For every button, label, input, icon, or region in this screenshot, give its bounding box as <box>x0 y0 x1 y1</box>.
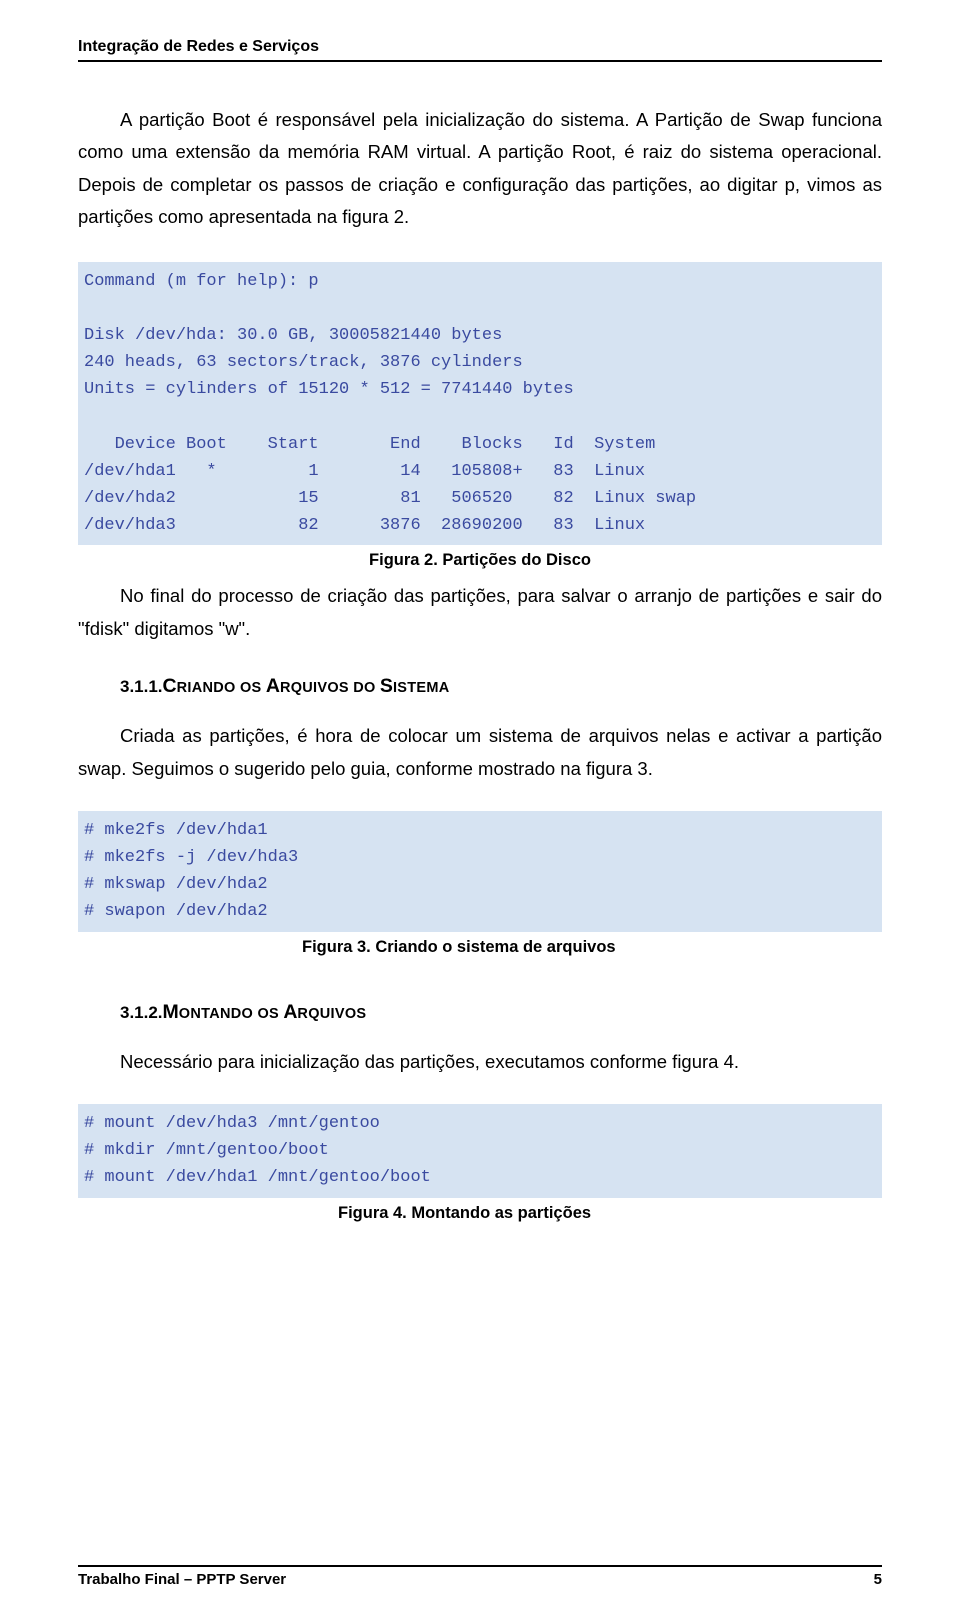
code-figure-2: Command (m for help): p Disk /dev/hda: 3… <box>78 262 882 546</box>
cap-letter: S <box>380 675 393 697</box>
smallcaps: RQUIVOS DO <box>280 680 380 696</box>
caption-figure-3: Figura 3. Criando o sistema de arquivos <box>78 938 882 957</box>
paragraph-intro: A partição Boot é responsável pela inici… <box>78 104 882 234</box>
footer-page-number: 5 <box>874 1571 882 1588</box>
code-figure-4: # mount /dev/hda3 /mnt/gentoo # mkdir /m… <box>78 1104 882 1198</box>
subsection-num: 3.1.1. <box>120 677 163 696</box>
paragraph-after-fig2: No final do processo de criação das part… <box>78 580 882 645</box>
paragraph-3-1-2: Necessário para inicialização das partiç… <box>78 1046 882 1078</box>
footer-left: Trabalho Final – PPTP Server <box>78 1571 286 1588</box>
smallcaps: RIANDO OS <box>177 680 266 696</box>
cap-letter: M <box>163 1001 179 1023</box>
page-footer: Trabalho Final – PPTP Server 5 <box>78 1565 882 1588</box>
subsection-3-1-1: 3.1.1.CRIANDO OS ARQUIVOS DO SISTEMA <box>78 675 882 698</box>
smallcaps: ISTEMA <box>393 680 450 696</box>
cap-letter: A <box>266 675 280 697</box>
running-header: Integração de Redes e Serviços <box>78 38 882 62</box>
subsection-3-1-2: 3.1.2.MONTANDO OS ARQUIVOS <box>78 1001 882 1024</box>
smallcaps: ONTANDO OS <box>179 1006 284 1022</box>
code-figure-3: # mke2fs /dev/hda1 # mke2fs -j /dev/hda3… <box>78 811 882 932</box>
caption-figure-2: Figura 2. Partições do Disco <box>78 551 882 570</box>
cap-letter: C <box>163 675 177 697</box>
subsection-num: 3.1.2. <box>120 1003 163 1022</box>
caption-figure-4: Figura 4. Montando as partições <box>78 1204 882 1223</box>
paragraph-3-1-1: Criada as partições, é hora de colocar u… <box>78 720 882 785</box>
smallcaps: RQUIVOS <box>297 1006 366 1022</box>
cap-letter: A <box>283 1001 297 1023</box>
document-page: Integração de Redes e Serviços A partiçã… <box>0 0 960 1616</box>
